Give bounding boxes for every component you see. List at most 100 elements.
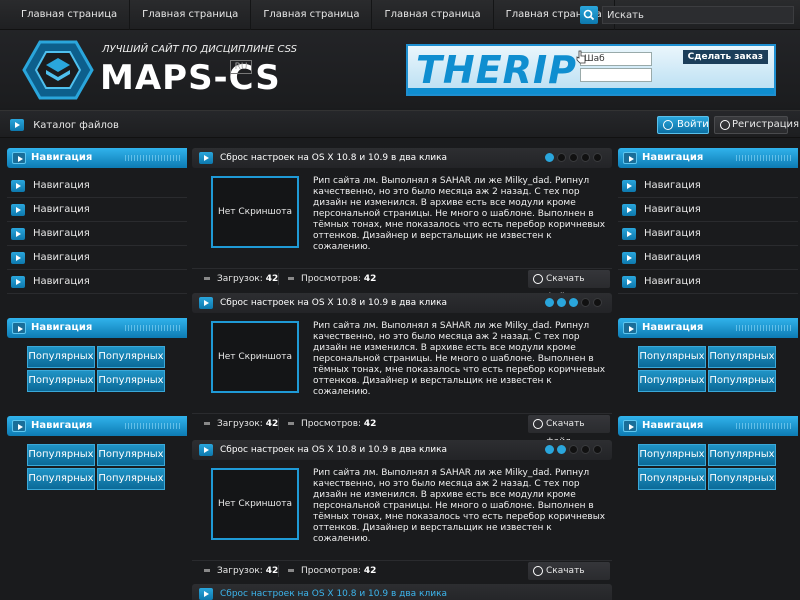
left-sidebar: Навигация Навигация Навигация Навигация … (7, 148, 187, 294)
popular-button[interactable]: Популярных (27, 444, 95, 466)
stat-marker (288, 422, 294, 425)
logo-hexagon-icon[interactable] (22, 40, 94, 100)
post-description: Рип сайта лм. Выполнял я SAHAR ли же Mil… (313, 321, 606, 397)
screenshot-placeholder: Нет Скриншота (211, 468, 299, 540)
rating-dot[interactable] (545, 298, 554, 307)
popular-button[interactable]: Популярных (27, 370, 95, 392)
arrow-right-icon (10, 119, 24, 131)
banner-input-1: Шаб (580, 52, 652, 66)
sidebar-nav-item[interactable]: Навигация (618, 174, 798, 198)
top-nav-link[interactable]: Главная страница (372, 0, 494, 30)
post-title[interactable]: Сброс настроек на OS X 10.8 и 10.9 в два… (220, 153, 447, 163)
popular-grid: Популярных Популярных Популярных Популяр… (618, 338, 798, 398)
post-footer: Загрузок: 42 Просмотров: 42 Скачать файл (192, 268, 612, 302)
rating-dot[interactable] (581, 298, 590, 307)
site-logo-text[interactable]: MAPS-CS (100, 58, 281, 98)
popular-button[interactable]: Популярных (97, 444, 165, 466)
popular-button[interactable]: Популярных (708, 468, 776, 490)
popular-block-header[interactable]: Навигация (618, 318, 798, 338)
sidebar-nav-item[interactable]: Навигация (7, 270, 187, 294)
sidebar-nav-item[interactable]: Навигация (7, 246, 187, 270)
popular-block-header[interactable]: Навигация (7, 318, 187, 338)
downloads-count: 42 (265, 419, 279, 429)
search-icon (583, 9, 595, 21)
nav-item-label: Навигация (33, 252, 90, 263)
download-button[interactable]: Скачать файл (528, 415, 610, 447)
rating-dot[interactable] (593, 445, 602, 454)
file-post: Сброс настроек на OS X 10.8 и 10.9 в два… (192, 440, 612, 594)
popular-button[interactable]: Популярных (97, 346, 165, 368)
post-header: Сброс настроек на OS X 10.8 и 10.9 в два… (192, 440, 612, 460)
arrow-right-icon (199, 588, 213, 600)
popular-button[interactable]: Популярных (27, 346, 95, 368)
sidebar-nav-item[interactable]: Навигация (7, 222, 187, 246)
sidebar-nav-item[interactable]: Навигация (618, 198, 798, 222)
rating-dot[interactable] (569, 153, 578, 162)
rating-dot[interactable] (545, 153, 554, 162)
views-count: 42 (363, 274, 377, 284)
download-button[interactable]: Скачать файл (528, 562, 610, 594)
popular-button[interactable]: Популярных (97, 468, 165, 490)
login-button[interactable]: Войти (657, 116, 709, 134)
views-stat: Просмотров: 42 (288, 269, 376, 289)
post-title[interactable]: Сброс настроек на OS X 10.8 и 10.9 в два… (220, 298, 447, 308)
sidebar-nav-header[interactable]: Навигация (618, 148, 798, 168)
popular-button[interactable]: Популярных (638, 370, 706, 392)
sidebar-nav-item[interactable]: Навигация (618, 270, 798, 294)
banner-brand: THERIP (416, 48, 577, 92)
header-stripes (736, 325, 792, 331)
download-button[interactable]: Скачать файл (528, 270, 610, 302)
popular-block-header[interactable]: Навигация (7, 416, 187, 436)
sidebar-nav-header[interactable]: Навигация (7, 148, 187, 168)
login-label: Войти (677, 119, 709, 130)
sidebar-nav-item[interactable]: Навигация (618, 222, 798, 246)
logo-domain-badge: RU (230, 60, 252, 74)
top-nav-link[interactable]: Главная страница (251, 0, 373, 30)
rating-dot[interactable] (557, 153, 566, 162)
popular-button[interactable]: Популярных (708, 444, 776, 466)
popular-block-header[interactable]: Навигация (618, 416, 798, 436)
sidebar-nav-item[interactable]: Навигация (7, 174, 187, 198)
arrow-right-icon (199, 152, 213, 164)
search-input[interactable] (602, 6, 794, 24)
sidebar-nav-item[interactable]: Навигация (618, 246, 798, 270)
rating-dot[interactable] (581, 445, 590, 454)
arrow-right-icon (199, 444, 213, 456)
popular-button[interactable]: Популярных (708, 370, 776, 392)
post-description: Рип сайта лм. Выполнял я SAHAR ли же Mil… (313, 468, 606, 544)
post-title[interactable]: Сброс настроек на OS X 10.8 и 10.9 в два… (220, 445, 447, 455)
arrow-right-icon (622, 204, 636, 216)
popular-button[interactable]: Популярных (27, 468, 95, 490)
header-stripes (736, 155, 792, 161)
sidebar-nav-list: Навигация Навигация Навигация Навигация … (7, 174, 187, 294)
ad-banner[interactable]: THERIP Шаб Сделать заказ (406, 44, 776, 96)
rating-dot[interactable] (569, 298, 578, 307)
views-label: Просмотров: (301, 274, 362, 284)
popular-grid: Популярных Популярных Популярных Популяр… (7, 436, 187, 496)
downloads-count: 42 (265, 566, 279, 576)
register-button[interactable]: Регистрация (714, 116, 799, 134)
popular-button[interactable]: Популярных (97, 370, 165, 392)
download-icon (533, 566, 543, 576)
popular-button[interactable]: Популярных (638, 468, 706, 490)
top-nav-link[interactable]: Главная страница (130, 0, 252, 30)
rating-dot[interactable] (545, 445, 554, 454)
rating-dot[interactable] (557, 298, 566, 307)
sidebar-nav-item[interactable]: Навигация (7, 198, 187, 222)
catalog-link[interactable]: Каталог файлов (10, 119, 119, 131)
search-button[interactable] (580, 6, 598, 24)
popular-button[interactable]: Популярных (638, 444, 706, 466)
top-nav-link[interactable]: Главная страница (9, 0, 131, 30)
post-title[interactable]: Сброс настроек на OS X 10.8 и 10.9 в два… (220, 589, 447, 599)
views-stat: Просмотров: 42 (288, 414, 376, 434)
post-footer: Загрузок: 42 Просмотров: 42 Скачать файл (192, 413, 612, 447)
banner-order-button: Сделать заказ (682, 50, 768, 64)
rating-dot[interactable] (593, 153, 602, 162)
rating-dot[interactable] (569, 445, 578, 454)
rating-dot[interactable] (557, 445, 566, 454)
popular-block-title: Навигация (642, 420, 704, 431)
rating-dot[interactable] (581, 153, 590, 162)
popular-button[interactable]: Популярных (638, 346, 706, 368)
rating-dot[interactable] (593, 298, 602, 307)
popular-button[interactable]: Популярных (708, 346, 776, 368)
